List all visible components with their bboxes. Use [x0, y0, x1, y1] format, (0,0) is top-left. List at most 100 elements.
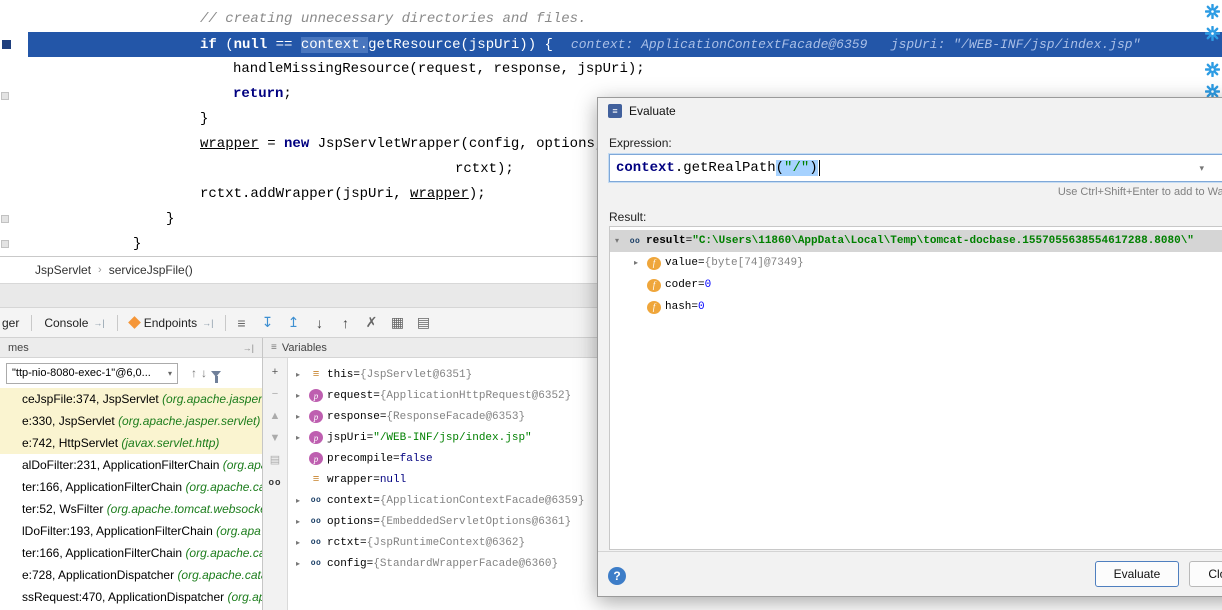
- settings-menu-icon[interactable]: ≡: [228, 315, 254, 331]
- filter-icon[interactable]: [211, 371, 221, 377]
- chevron-right-icon[interactable]: ▸: [296, 538, 309, 548]
- frame-row[interactable]: ssRequest:470, ApplicationDispatcher (or…: [0, 586, 262, 608]
- code-token: // Check if the requested JSP page exist…: [200, 0, 628, 2]
- frame-row[interactable]: ceJspFile:374, JspServlet (org.apache.ja…: [0, 388, 262, 410]
- thread-name: "ttp-nio-8080-exec-1"@6,0...: [12, 367, 151, 379]
- result-value: 0: [705, 279, 712, 291]
- result-row[interactable]: fcoder = 0: [610, 274, 1222, 296]
- expression-input[interactable]: context.getRealPath("/") ▾: [609, 154, 1222, 182]
- chevron-right-icon[interactable]: ▸: [296, 496, 309, 506]
- fold-marker[interactable]: [1, 215, 9, 223]
- fold-marker[interactable]: [1, 92, 9, 100]
- result-row[interactable]: ▸fvalue = {byte[74]@7349}: [610, 252, 1222, 274]
- frame-row[interactable]: lDoFilter:193, ApplicationFilterChain (o…: [0, 520, 262, 542]
- result-name: coder: [665, 279, 698, 291]
- code-token: if: [200, 37, 225, 53]
- chevron-right-icon[interactable]: ▸: [296, 433, 309, 443]
- code-token: =: [259, 136, 284, 152]
- frame-row[interactable]: ter:166, ApplicationFilterChain (org.apa…: [0, 476, 262, 498]
- equals-sign: =: [373, 474, 380, 486]
- step-into-icon[interactable]: ↓: [306, 315, 332, 331]
- dialog-title: Evaluate: [629, 104, 676, 118]
- tab-endpoints[interactable]: Endpoints→|: [120, 308, 224, 337]
- code-token: }: [166, 211, 174, 227]
- frame-row[interactable]: e:742, HttpServlet (javax.servlet.http): [0, 432, 262, 454]
- mute-breakpoints-icon[interactable]: ✗: [358, 314, 384, 331]
- equals-sign: =: [373, 516, 380, 528]
- thread-selector[interactable]: "ttp-nio-8080-exec-1"@6,0... ▾: [6, 363, 178, 384]
- variable-value: {EmbeddedServletOptions@6361}: [380, 516, 571, 528]
- add-watch-icon[interactable]: +: [272, 366, 278, 379]
- copy-icon[interactable]: ▤: [270, 454, 280, 467]
- menu-icon: ≡: [271, 342, 277, 353]
- frame-location: e:728, ApplicationDispatcher: [22, 568, 177, 582]
- code-token: wrapper: [410, 186, 469, 202]
- restore-layout-icon[interactable]: ↧: [254, 314, 280, 331]
- tab-console[interactable]: Console→|: [34, 308, 114, 337]
- tab-separator: [225, 315, 226, 331]
- frame-row[interactable]: alDoFilter:231, ApplicationFilterChain (…: [0, 454, 262, 476]
- variable-value: {ApplicationContextFacade@6359}: [380, 495, 585, 507]
- frames-panel: mes →| "ttp-nio-8080-exec-1"@6,0... ▾ ↑↓…: [0, 338, 263, 610]
- code-token: new: [284, 136, 318, 152]
- chevron-right-icon[interactable]: ▸: [296, 517, 309, 527]
- equals-sign: =: [373, 495, 380, 507]
- variables-toolbar: + − ▲ ▼ ▤ oo: [263, 358, 288, 610]
- result-row[interactable]: ▾ooresult = "C:\Users\11860\AppData\Loca…: [610, 230, 1222, 252]
- evaluate-button[interactable]: Evaluate: [1095, 561, 1180, 587]
- frame-row[interactable]: e:330, JspServlet (org.apache.jasper.ser…: [0, 410, 262, 432]
- breadcrumb-item-method[interactable]: serviceJspFile(): [109, 263, 193, 277]
- layout-settings-icon[interactable]: ▤: [410, 314, 436, 331]
- frame-row[interactable]: ter:166, ApplicationFilterChain (org.apa…: [0, 542, 262, 564]
- code-token: handleMissingResource(request, response,…: [233, 61, 645, 77]
- scroll-up-icon[interactable]: ▲: [270, 410, 281, 423]
- table-view-icon[interactable]: ▦: [384, 314, 410, 331]
- plugin-gear-icon[interactable]: [1205, 62, 1220, 77]
- watches-icon[interactable]: oo: [269, 476, 282, 489]
- chevron-right-icon[interactable]: ▸: [296, 412, 309, 422]
- breadcrumb-item-class[interactable]: JspServlet: [35, 263, 91, 277]
- inline-debug-hint: context: ApplicationContextFacade@6359 j…: [571, 37, 1141, 52]
- history-chevron-icon[interactable]: ▾: [1199, 164, 1204, 174]
- variable-value: {JspServlet@6351}: [360, 369, 472, 381]
- frame-location: alDoFilter:231, ApplicationFilterChain: [22, 458, 223, 472]
- plugin-gear-icon[interactable]: [1205, 26, 1220, 41]
- variable-value: {StandardWrapperFacade@6360}: [373, 558, 558, 570]
- frame-package: (javax.servlet.http): [121, 436, 219, 450]
- step-out-arrow-icon[interactable]: ↥: [280, 314, 306, 331]
- plugin-gear-icon[interactable]: [1205, 4, 1220, 19]
- variable-icon: ≡: [309, 368, 323, 381]
- parameter-icon: p: [309, 410, 323, 423]
- field-icon: f: [647, 257, 661, 270]
- chevron-down-icon[interactable]: ▾: [615, 236, 628, 246]
- equals-sign: =: [373, 390, 380, 402]
- frame-row[interactable]: e:728, ApplicationDispatcher (org.apache…: [0, 564, 262, 586]
- equals-sign: =: [380, 411, 387, 423]
- parameter-icon: p: [309, 389, 323, 402]
- variable-name: context: [327, 495, 373, 507]
- tab-debugger[interactable]: ger: [0, 308, 29, 337]
- frame-row[interactable]: ter:52, WsFilter (org.apache.tomcat.webs…: [0, 498, 262, 520]
- frame-up-icon[interactable]: ↑: [191, 366, 197, 380]
- local-variable-icon: oo: [309, 515, 323, 528]
- result-row[interactable]: fhash = 0: [610, 296, 1222, 318]
- help-icon[interactable]: ?: [608, 567, 626, 585]
- chevron-right-icon[interactable]: ▸: [634, 258, 647, 268]
- chevron-right-icon[interactable]: ▸: [296, 370, 309, 380]
- variable-value: {ResponseFacade@6353}: [386, 411, 525, 423]
- variables-header-label: Variables: [282, 342, 327, 354]
- close-button[interactable]: Close: [1189, 561, 1222, 587]
- chevron-right-icon[interactable]: ▸: [296, 391, 309, 401]
- dialog-titlebar[interactable]: ≡ Evaluate: [598, 98, 1222, 124]
- chevron-right-icon[interactable]: ▸: [296, 559, 309, 569]
- scroll-down-icon[interactable]: ▼: [270, 432, 281, 445]
- fold-marker[interactable]: [1, 240, 9, 248]
- move-panel-icon[interactable]: →|: [243, 343, 254, 353]
- code-token: context.: [301, 37, 368, 53]
- endpoints-icon: [128, 316, 141, 329]
- step-up-icon[interactable]: ↑: [332, 315, 358, 331]
- result-name: result: [646, 235, 686, 247]
- local-variable-icon: oo: [628, 235, 642, 248]
- remove-watch-icon[interactable]: −: [272, 388, 278, 401]
- frame-down-icon[interactable]: ↓: [201, 366, 207, 380]
